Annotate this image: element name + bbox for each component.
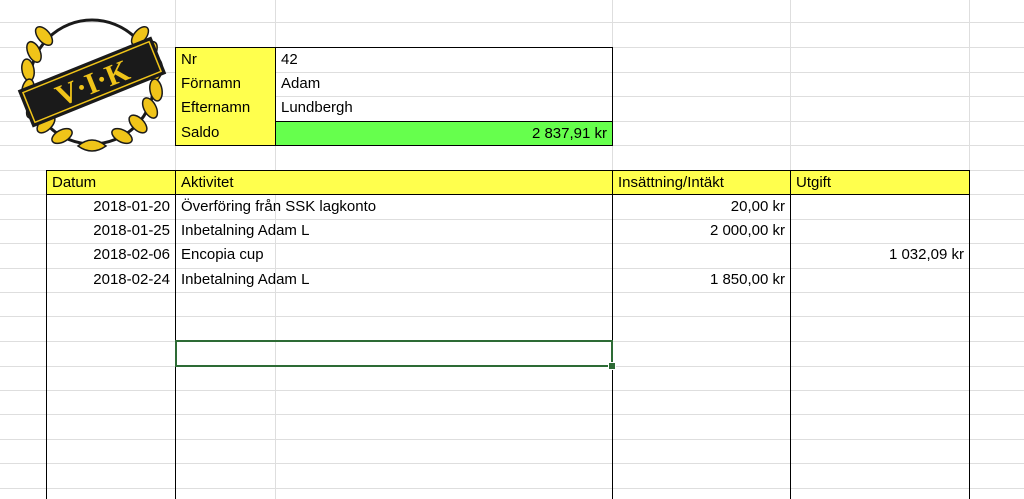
info-label-lastname[interactable]: Efternamn bbox=[175, 96, 275, 121]
cell-income[interactable] bbox=[613, 243, 790, 267]
cell-income[interactable]: 1 850,00 kr bbox=[613, 268, 790, 292]
cell-expense[interactable]: 1 032,09 kr bbox=[791, 243, 969, 267]
cell-date[interactable]: 2018-02-24 bbox=[47, 268, 175, 292]
grid-row-line bbox=[0, 292, 1024, 293]
cell-income[interactable]: 20,00 kr bbox=[613, 195, 790, 219]
info-label-nr[interactable]: Nr bbox=[175, 47, 275, 72]
active-cell-selection[interactable] bbox=[175, 340, 616, 370]
cell-date[interactable]: 2018-01-20 bbox=[47, 195, 175, 219]
column-header-activity[interactable]: Aktivitet bbox=[175, 170, 613, 195]
column-header-date[interactable]: Datum bbox=[46, 170, 176, 195]
info-value-saldo[interactable]: 2 837,91 kr bbox=[275, 121, 613, 146]
info-label-firstname[interactable]: Förnamn bbox=[175, 72, 275, 96]
cell-expense[interactable] bbox=[791, 268, 969, 292]
cell-activity[interactable]: Inbetalning Adam L bbox=[176, 219, 612, 243]
cell-date[interactable]: 2018-02-06 bbox=[47, 243, 175, 267]
info-value-firstname[interactable]: Adam bbox=[275, 72, 613, 96]
info-value-nr[interactable]: 42 bbox=[275, 47, 613, 72]
cell-date[interactable]: 2018-01-25 bbox=[47, 219, 175, 243]
column-header-income[interactable]: Insättning/Intäkt bbox=[612, 170, 791, 195]
grid-row-line bbox=[0, 390, 1024, 391]
cell-activity[interactable]: Inbetalning Adam L bbox=[176, 268, 612, 292]
grid-row-line bbox=[0, 488, 1024, 489]
grid-row-line bbox=[0, 414, 1024, 415]
info-label-saldo[interactable]: Saldo bbox=[175, 121, 275, 146]
grid-row-line bbox=[0, 463, 1024, 464]
fill-handle[interactable] bbox=[608, 362, 616, 370]
cell-expense[interactable] bbox=[791, 195, 969, 219]
table-border-right bbox=[969, 194, 970, 499]
cell-income[interactable]: 2 000,00 kr bbox=[613, 219, 790, 243]
info-value-lastname[interactable]: Lundbergh bbox=[275, 96, 613, 121]
cell-activity[interactable]: Encopia cup bbox=[176, 243, 612, 267]
cell-expense[interactable] bbox=[791, 219, 969, 243]
grid-row-line bbox=[0, 316, 1024, 317]
club-logo: V·I·K bbox=[17, 18, 167, 152]
column-header-expense[interactable]: Utgift bbox=[790, 170, 970, 195]
grid-row-line bbox=[0, 439, 1024, 440]
cell-activity[interactable]: Överföring från SSK lagkonto bbox=[176, 195, 612, 219]
